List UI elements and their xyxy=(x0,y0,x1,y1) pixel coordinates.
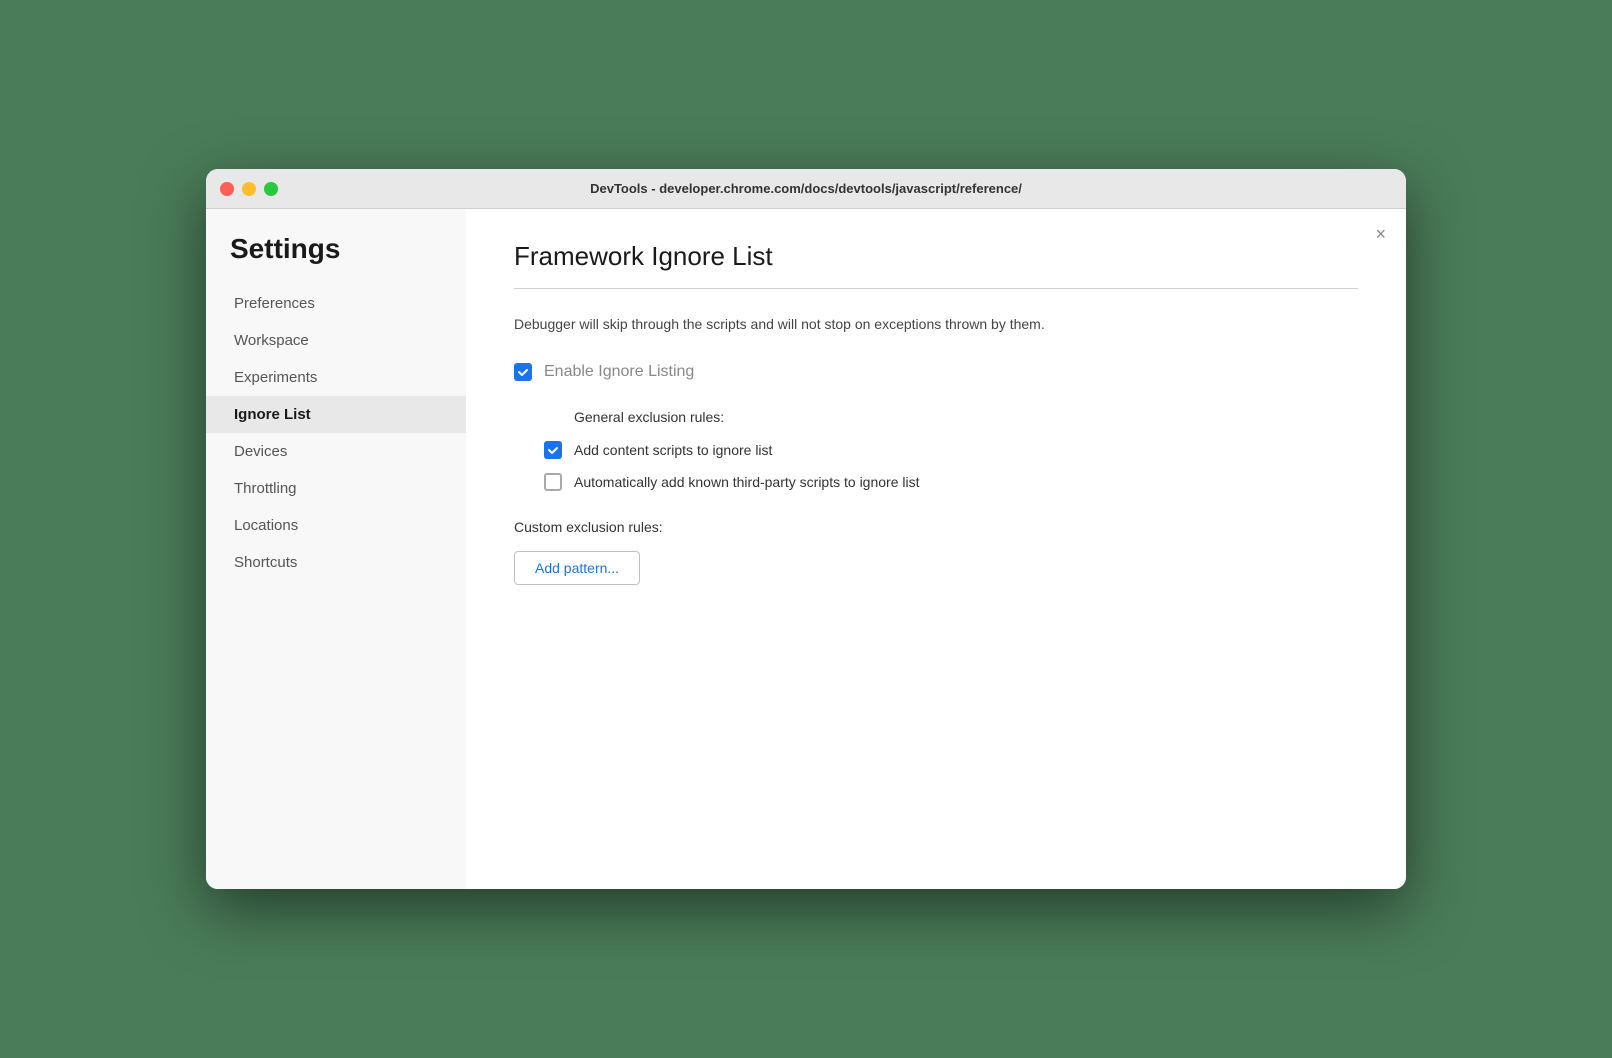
main-content: × Framework Ignore List Debugger will sk… xyxy=(466,209,1406,889)
browser-window: DevTools - developer.chrome.com/docs/dev… xyxy=(206,169,1406,889)
description: Debugger will skip through the scripts a… xyxy=(514,313,1294,335)
add-pattern-button[interactable]: Add pattern... xyxy=(514,551,640,585)
sidebar-item-devices[interactable]: Devices xyxy=(206,433,466,470)
browser-content: Settings Preferences Workspace Experimen… xyxy=(206,209,1406,889)
rule-row-content-scripts: Add content scripts to ignore list xyxy=(544,441,1358,459)
exclusion-rules-section: General exclusion rules: Add content scr… xyxy=(544,409,1358,491)
sidebar-item-throttling[interactable]: Throttling xyxy=(206,470,466,507)
sidebar-item-ignore-list[interactable]: Ignore List xyxy=(206,396,466,433)
add-content-scripts-label: Add content scripts to ignore list xyxy=(574,442,772,458)
custom-exclusion-section: Custom exclusion rules: Add pattern... xyxy=(514,519,1358,585)
sidebar-item-locations[interactable]: Locations xyxy=(206,507,466,544)
general-exclusion-label: General exclusion rules: xyxy=(574,409,1358,425)
add-content-scripts-checkbox[interactable] xyxy=(544,441,562,459)
divider xyxy=(514,288,1358,289)
browser-title: DevTools - developer.chrome.com/docs/dev… xyxy=(590,181,1022,196)
enable-ignore-listing-checkbox[interactable] xyxy=(514,363,532,381)
close-traffic-light[interactable] xyxy=(220,182,234,196)
sidebar-item-experiments[interactable]: Experiments xyxy=(206,359,466,396)
auto-add-third-party-checkbox[interactable] xyxy=(544,473,562,491)
enable-ignore-listing-row: Enable Ignore Listing xyxy=(514,363,1358,381)
auto-add-third-party-label: Automatically add known third-party scri… xyxy=(574,474,919,490)
minimize-traffic-light[interactable] xyxy=(242,182,256,196)
sidebar-heading: Settings xyxy=(206,233,466,285)
rule-row-third-party: Automatically add known third-party scri… xyxy=(544,473,1358,491)
enable-ignore-listing-label: Enable Ignore Listing xyxy=(544,363,694,381)
maximize-traffic-light[interactable] xyxy=(264,182,278,196)
sidebar-item-shortcuts[interactable]: Shortcuts xyxy=(206,544,466,581)
sidebar: Settings Preferences Workspace Experimen… xyxy=(206,209,466,889)
settings-container: Settings Preferences Workspace Experimen… xyxy=(206,209,1406,889)
title-bar: DevTools - developer.chrome.com/docs/dev… xyxy=(206,169,1406,209)
sidebar-item-preferences[interactable]: Preferences xyxy=(206,285,466,322)
page-title: Framework Ignore List xyxy=(514,241,1358,272)
close-button[interactable]: × xyxy=(1375,225,1386,243)
traffic-lights xyxy=(220,182,278,196)
sidebar-item-workspace[interactable]: Workspace xyxy=(206,322,466,359)
custom-exclusion-label: Custom exclusion rules: xyxy=(514,519,1358,535)
